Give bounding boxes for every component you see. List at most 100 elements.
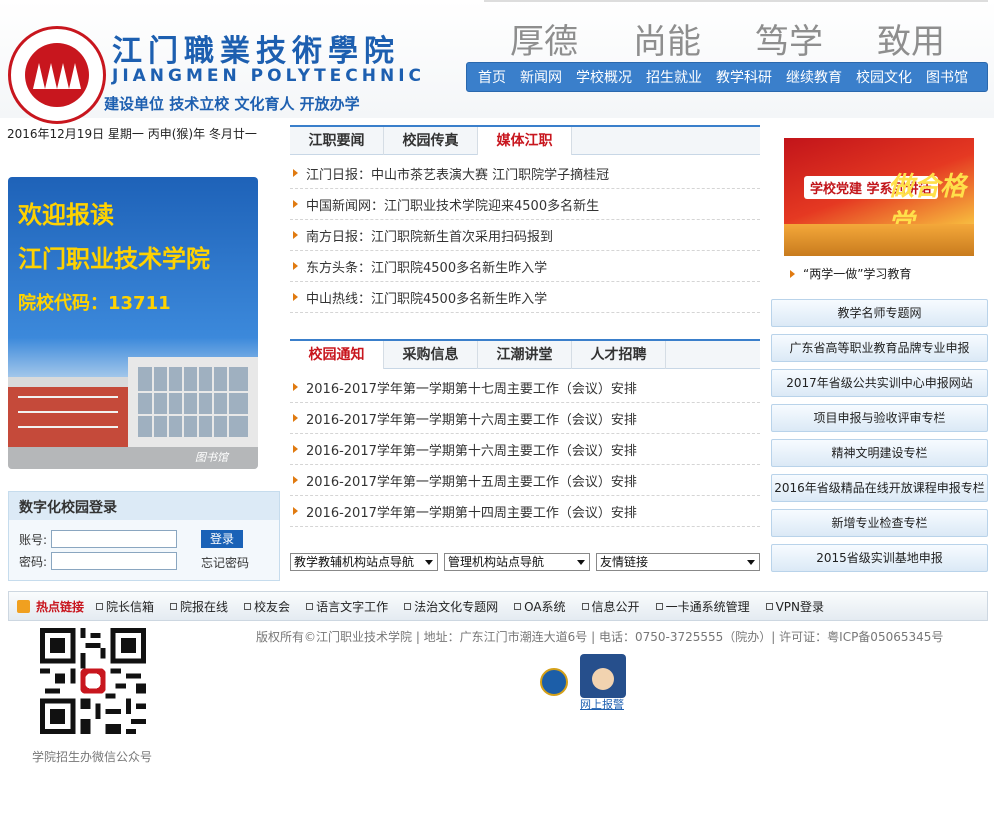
special-link-button[interactable]: 精神文明建设专栏 xyxy=(771,439,988,467)
tab-media-jiangzhi[interactable]: 媒体江职 xyxy=(478,127,572,155)
school-logo[interactable] xyxy=(8,26,106,124)
special-link-button[interactable]: 项目申报与验收评审专栏 xyxy=(771,404,988,432)
special-link-button[interactable]: 2017年省级公共实训中心申报网站 xyxy=(771,369,988,397)
bullet-box-icon xyxy=(655,602,663,610)
list-item[interactable]: 2016-2017学年第一学期第十七周主要工作（会议）安排 xyxy=(290,372,760,403)
notices-tabbox: 校园通知 采购信息 江潮讲堂 人才招聘 2016-2017学年第一学期第十七周主… xyxy=(290,339,760,527)
list-item[interactable]: 2016-2017学年第一学期第十六周主要工作（会议）安排 xyxy=(290,434,760,465)
special-link-button[interactable]: 广东省高等职业教育品牌专业申报 xyxy=(771,334,988,362)
tab-lecture[interactable]: 江潮讲堂 xyxy=(478,341,572,369)
qr-code-label: 学院招生办微信公众号 xyxy=(32,750,153,764)
bullet-arrow-icon xyxy=(293,169,298,177)
logo-sail-icon xyxy=(57,63,69,89)
nav-home[interactable]: 首页 xyxy=(471,67,513,87)
list-item[interactable]: 中山热线：江门职院4500多名新生昨入学 xyxy=(290,282,760,313)
news-title[interactable]: 江门日报：中山市茶艺表演大赛 江门职院学子摘桂冠 xyxy=(306,164,609,183)
hotlink-text[interactable]: 院长信箱 xyxy=(106,598,154,615)
friend-links-select[interactable]: 友情链接 xyxy=(596,553,760,571)
main-nav: 首页 新闻网 学校概况 招生就业 教学科研 继续教育 校园文化 图书馆 xyxy=(466,62,988,92)
tab-procurement[interactable]: 采购信息 xyxy=(384,341,478,369)
online-police-link[interactable]: 网上报警 xyxy=(580,696,624,712)
bullet-arrow-icon xyxy=(293,476,298,484)
hotlink-text[interactable]: 法治文化专题网 xyxy=(414,598,498,615)
list-item[interactable]: 东方头条：江门职院4500多名新生昨入学 xyxy=(290,251,760,282)
news-title[interactable]: 中山热线：江门职院4500多名新生昨入学 xyxy=(306,288,547,307)
login-button[interactable]: 登录 xyxy=(201,530,243,548)
special-link-button[interactable]: 2015省级实训基地申报 xyxy=(771,544,988,572)
nav-about[interactable]: 学校概况 xyxy=(569,67,639,87)
special-link-button[interactable]: 2016年省级精品在线开放课程申报专栏 xyxy=(771,474,988,502)
police-avatar-icon xyxy=(592,668,614,690)
account-input[interactable] xyxy=(51,530,178,548)
bullet-box-icon xyxy=(306,602,314,610)
list-item[interactable]: 中国新闻网：江门职业技术学院迎来4500多名新生 xyxy=(290,189,760,220)
password-input[interactable] xyxy=(51,552,178,570)
hotlink-text[interactable]: 院报在线 xyxy=(180,598,228,615)
hotlink-item[interactable]: 信息公开 xyxy=(581,598,640,615)
forgot-password-link[interactable]: 忘记密码 xyxy=(201,554,249,571)
list-item[interactable]: 2016-2017学年第一学期第十四周主要工作（会议）安排 xyxy=(290,496,760,527)
hotlink-item[interactable]: 语言文字工作 xyxy=(306,598,388,615)
list-item[interactable]: 江门日报：中山市茶艺表演大赛 江门职院学子摘桂冠 xyxy=(290,158,760,189)
nav-continuing[interactable]: 继续教育 xyxy=(779,67,849,87)
chevron-down-icon xyxy=(425,560,433,565)
tab-recruitment[interactable]: 人才招聘 xyxy=(572,341,666,369)
bullet-arrow-icon xyxy=(293,414,298,422)
hotlink-item[interactable]: 院长信箱 xyxy=(96,598,154,615)
hotlink-text[interactable]: 校友会 xyxy=(254,598,290,615)
caption-text[interactable]: “两学一做”学习教育 xyxy=(803,265,911,282)
tab-campus-notice[interactable]: 校园通知 xyxy=(290,341,384,369)
tab-jiangzhi-news[interactable]: 江职要闻 xyxy=(290,127,384,155)
bullet-box-icon xyxy=(244,602,252,610)
list-item[interactable]: 南方日报：江门职院新生首次采用扫码报到 xyxy=(290,220,760,251)
special-link-button[interactable]: 教学名师专题网 xyxy=(771,299,988,327)
bullet-arrow-icon xyxy=(293,383,298,391)
current-date: 2016年12月19日 星期一 丙申(猴)年 冬月廿一 xyxy=(7,127,257,141)
news-title[interactable]: 东方头条：江门职院4500多名新生昨入学 xyxy=(306,257,547,276)
news-title[interactable]: 中国新闻网：江门职业技术学院迎来4500多名新生 xyxy=(306,195,599,214)
party-study-caption[interactable]: “两学一做”学习教育 xyxy=(790,265,911,282)
nav-library[interactable]: 图书馆 xyxy=(919,67,975,87)
public-security-badge-icon[interactable] xyxy=(540,668,568,696)
banner-line-1: 欢迎报读 xyxy=(18,201,114,229)
bullet-arrow-icon xyxy=(293,293,298,301)
tab-campus-fax[interactable]: 校园传真 xyxy=(384,127,478,155)
news-title[interactable]: 南方日报：江门职院新生首次采用扫码报到 xyxy=(306,226,553,245)
notice-title[interactable]: 2016-2017学年第一学期第十四周主要工作（会议）安排 xyxy=(306,502,637,521)
notice-title[interactable]: 2016-2017学年第一学期第十六周主要工作（会议）安排 xyxy=(306,409,637,428)
hotlink-item[interactable]: OA系统 xyxy=(514,598,566,615)
hotlink-text[interactable]: VPN登录 xyxy=(776,598,824,615)
hotlink-text[interactable]: 语言文字工作 xyxy=(316,598,388,615)
chevron-down-icon xyxy=(577,560,585,565)
nav-news[interactable]: 新闻网 xyxy=(513,67,569,87)
teaching-sites-select[interactable]: 教学教辅机构站点导航 xyxy=(290,553,438,571)
hotlink-item[interactable]: VPN登录 xyxy=(765,598,824,615)
online-police-icon[interactable] xyxy=(580,654,626,698)
special-link-button[interactable]: 新增专业检查专栏 xyxy=(771,509,988,537)
motto-word: 厚德 xyxy=(510,22,578,62)
select-value: 管理机构站点导航 xyxy=(448,555,545,569)
motto-word: 尚能 xyxy=(633,22,701,62)
hotlink-item[interactable]: 校友会 xyxy=(244,598,290,615)
notice-title[interactable]: 2016-2017学年第一学期第十六周主要工作（会议）安排 xyxy=(306,440,637,459)
hotlink-item[interactable]: 法治文化专题网 xyxy=(404,598,498,615)
hotlink-text[interactable]: 一卡通系统管理 xyxy=(666,598,750,615)
hotlink-text[interactable]: OA系统 xyxy=(524,598,565,615)
bullet-box-icon xyxy=(170,602,178,610)
nav-campus-culture[interactable]: 校园文化 xyxy=(849,67,919,87)
banner-line-2: 江门职业技术学院 xyxy=(18,245,210,273)
list-item[interactable]: 2016-2017学年第一学期第十五周主要工作（会议）安排 xyxy=(290,465,760,496)
notice-title[interactable]: 2016-2017学年第一学期第十五周主要工作（会议）安排 xyxy=(306,471,637,490)
list-item[interactable]: 2016-2017学年第一学期第十六周主要工作（会议）安排 xyxy=(290,403,760,434)
bullet-box-icon xyxy=(96,602,104,610)
party-study-image[interactable]: 学校党建 学系列讲话 做合格党 xyxy=(784,138,974,256)
hotlink-item[interactable]: 院报在线 xyxy=(170,598,228,615)
bullet-arrow-icon xyxy=(293,231,298,239)
hotlink-item[interactable]: 一卡通系统管理 xyxy=(655,598,750,615)
nav-admission[interactable]: 招生就业 xyxy=(639,67,709,87)
hotlink-text[interactable]: 信息公开 xyxy=(592,598,640,615)
admin-sites-select[interactable]: 管理机构站点导航 xyxy=(444,553,590,571)
notice-title[interactable]: 2016-2017学年第一学期第十七周主要工作（会议）安排 xyxy=(306,378,637,397)
nav-teaching[interactable]: 教学科研 xyxy=(709,67,779,87)
admission-banner[interactable]: 欢迎报读 江门职业技术学院 院校代码：13711 图书馆 xyxy=(8,177,258,469)
